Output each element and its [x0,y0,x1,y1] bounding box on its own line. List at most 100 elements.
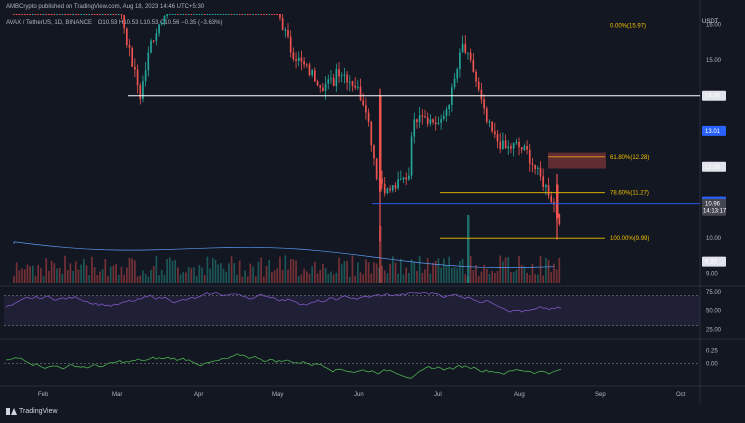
candle-body [201,14,203,15]
candle-body [158,24,160,34]
volume-bar [456,267,459,283]
volume-bar [429,273,432,283]
current-price-tag-countdown: 14:13:17 [703,209,727,215]
volume-bar [99,271,101,283]
volume-bar [252,266,254,283]
candle-body [316,81,319,86]
volume-bar [66,269,69,283]
volume-bar [547,259,550,283]
candle-body [187,14,190,15]
candle-body [48,14,50,15]
volume-bar [155,256,158,283]
candle-body [34,14,37,15]
candle-body [168,14,171,15]
volume-bar [85,265,88,283]
volume-bar [322,263,324,283]
volume-bar [440,267,442,283]
candle-body [174,14,177,15]
volume-bar [34,275,37,283]
rsi-tick-label: 25.00 [706,327,722,333]
volume-bar [120,266,123,283]
volume-bar [523,266,526,283]
volume-bar [211,257,214,283]
volume-bar [464,274,467,283]
volume-bar [236,274,238,283]
candle-body [144,70,147,82]
candle-body [477,81,480,90]
volume-bar [426,258,429,283]
volume-bar [402,274,405,283]
macd-tick-label: 0.25 [706,348,718,354]
brand-mark[interactable]: TradingView [6,408,58,415]
volume-bar [405,267,408,283]
candle-body [539,167,542,177]
candle-body [300,57,303,62]
candle-body [523,146,526,150]
candle-body [459,52,461,70]
volume-bar [64,255,66,283]
volume-bar [558,257,561,283]
volume-bar [37,264,40,283]
candle-body [434,122,437,124]
candle-body [171,14,174,15]
volume-bar [158,275,160,283]
x-tick-label: Aug [514,392,525,398]
volume-bar [413,261,416,283]
volume-bar [128,257,131,283]
volume-bar [40,268,42,283]
volume-bar [375,263,378,283]
candle-body [547,184,550,196]
candle-body [284,29,287,31]
candle-body [220,14,222,15]
volume-bar [217,264,219,283]
volume-bar [531,263,534,283]
candle-body [287,29,289,37]
candle-body [88,14,91,15]
fib-label: 61.80%(12.28) [610,155,649,161]
candle-body [494,131,496,135]
last-candle-body [556,184,559,218]
price-chart-svg[interactable]: 61.80%(12.28) 78.60%(11.27) 100.00%(9.99) 0… [0,0,745,423]
volume-bar [117,274,120,283]
volume-bar [182,272,185,283]
volume-bar [262,276,265,283]
candle-body [53,14,56,15]
volume-bar [107,275,109,283]
volume-bar [327,273,330,283]
candle-body [295,58,297,61]
volume-bar [134,260,136,283]
volume-bar [131,258,134,283]
candle-body [265,14,268,15]
macd-line [5,353,562,379]
candle-body [370,121,373,146]
volume-bar [268,260,271,283]
volume-bar [483,265,485,283]
candle-body [357,86,359,88]
volume-bar [332,274,335,283]
volume-bar [510,272,512,283]
volume-bar [351,255,354,283]
candle-body [531,163,534,165]
candle-body [391,185,394,191]
candle-body [83,14,85,15]
volume-bar [362,274,365,283]
candle-body [467,52,469,54]
candle-body [85,14,88,15]
volume-bar [80,264,82,283]
volume-bar [319,269,322,283]
candle-body [177,14,179,15]
candle-body [257,14,260,15]
candle-body [515,141,518,144]
volume-bar [295,260,297,283]
volume-bar [222,268,225,283]
candle-body [206,14,209,15]
volume-bar [193,267,195,283]
brand-name: TradingView [19,408,58,415]
volume-bar [195,276,198,283]
candle-body [228,14,230,15]
volume-bar [453,267,456,283]
volume-bar [373,262,375,283]
rsi-tick-label: 75.00 [706,290,722,296]
volume-bar [61,274,64,283]
volume-bar [357,262,359,283]
